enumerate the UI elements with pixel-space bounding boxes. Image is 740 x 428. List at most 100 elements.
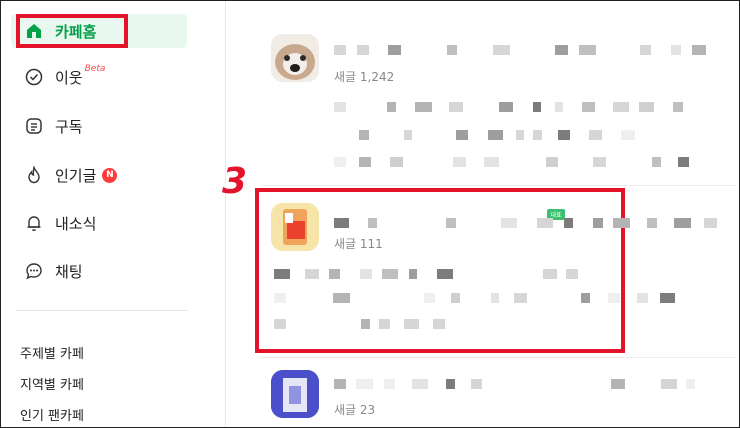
pixelated-text bbox=[537, 218, 553, 228]
sidebar-item-label: 내소식 bbox=[55, 214, 97, 233]
pixelated-text bbox=[491, 293, 499, 303]
pixelated-text bbox=[433, 319, 445, 329]
post-divider bbox=[261, 185, 736, 186]
pixelated-text bbox=[404, 130, 412, 140]
pixelated-text bbox=[621, 130, 635, 140]
pixelated-text bbox=[446, 218, 456, 228]
pixelated-text bbox=[581, 293, 590, 303]
pixelated-text bbox=[404, 319, 419, 329]
category-link-region[interactable]: 지역별 카페 bbox=[20, 374, 84, 393]
pixelated-text bbox=[516, 130, 524, 140]
pixelated-text bbox=[412, 379, 428, 389]
pixelated-text bbox=[589, 130, 602, 140]
pixelated-text bbox=[390, 157, 403, 167]
sidebar-item-subscribe[interactable]: 구독 bbox=[11, 109, 187, 143]
step-number-annotation: 3 bbox=[222, 161, 248, 202]
pixelated-text bbox=[361, 319, 370, 329]
beta-tag: Beta bbox=[84, 64, 106, 74]
pixelated-text bbox=[333, 293, 350, 303]
pixelated-text bbox=[613, 102, 629, 112]
pixelated-text bbox=[582, 102, 595, 112]
pixelated-text bbox=[359, 157, 371, 167]
pixelated-text bbox=[579, 45, 596, 55]
pixelated-text bbox=[652, 157, 661, 167]
pixelated-text bbox=[437, 269, 453, 279]
pixelated-text bbox=[274, 269, 290, 279]
pixelated-text bbox=[388, 45, 401, 55]
pixelated-text bbox=[514, 293, 527, 303]
pixelated-text bbox=[368, 218, 377, 228]
check-circle-icon bbox=[23, 66, 45, 88]
pixelated-text bbox=[488, 130, 503, 140]
sidebar-item-news[interactable]: 내소식 bbox=[11, 206, 187, 240]
sidebar-item-label: 구독 bbox=[55, 117, 83, 136]
pixelated-text bbox=[379, 319, 390, 329]
pixelated-text bbox=[334, 45, 346, 55]
pixelated-text bbox=[451, 293, 460, 303]
pixelated-text bbox=[533, 102, 541, 112]
pixelated-text bbox=[686, 379, 695, 389]
pixelated-text bbox=[566, 269, 578, 279]
pixelated-text bbox=[564, 218, 573, 228]
pixelated-text bbox=[611, 379, 625, 389]
pixelated-text bbox=[692, 45, 706, 55]
pixelated-text bbox=[673, 102, 683, 112]
pixelated-text bbox=[471, 379, 482, 389]
pixelated-text bbox=[639, 102, 654, 112]
cafe-feed: 새글 1,242 새글 111 대표 새글 23 bbox=[226, 1, 739, 427]
pixelated-text bbox=[501, 218, 517, 228]
pixelated-text bbox=[704, 218, 717, 228]
pixelated-text bbox=[387, 102, 396, 112]
pixelated-text bbox=[660, 293, 675, 303]
sidebar-item-popular[interactable]: 인기글 N bbox=[11, 158, 187, 192]
pixelated-text bbox=[274, 319, 286, 329]
new-post-count: 새글 1,242 bbox=[334, 70, 395, 84]
pixelated-text bbox=[305, 269, 319, 279]
app-window: 카페홈 이웃 Beta 구독 인기글 N 내소식 채팅 주제별 카페 지역별 카… bbox=[0, 0, 740, 428]
sidebar-item-chat[interactable]: 채팅 bbox=[11, 254, 187, 288]
subscribe-icon bbox=[23, 115, 45, 137]
pixelated-text bbox=[493, 45, 510, 55]
sidebar-item-label: 이웃 bbox=[55, 68, 83, 87]
avatar[interactable] bbox=[271, 34, 319, 82]
category-link-fan[interactable]: 인기 팬카페 bbox=[20, 405, 84, 424]
avatar[interactable] bbox=[271, 370, 319, 418]
pixelated-text bbox=[671, 45, 681, 55]
pixelated-text bbox=[334, 218, 349, 228]
category-link-topic[interactable]: 주제별 카페 bbox=[20, 343, 84, 362]
pixelated-text bbox=[613, 218, 630, 228]
pixelated-text bbox=[334, 102, 346, 112]
pixelated-text bbox=[446, 379, 455, 389]
flame-icon bbox=[23, 164, 45, 186]
pixelated-text bbox=[453, 157, 466, 167]
bell-icon bbox=[23, 212, 45, 234]
pixelated-text bbox=[674, 218, 691, 228]
post-divider bbox=[261, 357, 736, 358]
pixelated-text bbox=[329, 269, 340, 279]
pixelated-text bbox=[360, 269, 372, 279]
pixelated-text bbox=[558, 130, 570, 140]
pixelated-text bbox=[661, 379, 677, 389]
sidebar-item-label: 인기글 bbox=[55, 166, 97, 185]
pixelated-text bbox=[334, 379, 346, 389]
pixelated-text bbox=[357, 45, 369, 55]
pixelated-text bbox=[484, 157, 499, 167]
pixelated-text bbox=[382, 269, 398, 279]
pixelated-text bbox=[499, 102, 513, 112]
pixelated-text bbox=[678, 157, 689, 167]
sidebar-item-neighbors[interactable]: 이웃 Beta bbox=[11, 60, 187, 94]
pixelated-text bbox=[555, 45, 568, 55]
pixelated-text bbox=[593, 218, 603, 228]
sidebar: 카페홈 이웃 Beta 구독 인기글 N 내소식 채팅 주제별 카페 지역별 카… bbox=[1, 1, 226, 427]
pixelated-text bbox=[543, 269, 557, 279]
pixelated-text bbox=[356, 379, 373, 389]
pixelated-text bbox=[449, 102, 463, 112]
highlight-annotation-box bbox=[16, 14, 128, 48]
pixelated-text bbox=[637, 293, 648, 303]
chat-icon bbox=[23, 260, 45, 282]
pixelated-text bbox=[424, 293, 435, 303]
pixelated-text bbox=[359, 130, 369, 140]
pixelated-text bbox=[640, 45, 651, 55]
pixelated-text bbox=[533, 130, 542, 140]
pixelated-text bbox=[456, 130, 468, 140]
